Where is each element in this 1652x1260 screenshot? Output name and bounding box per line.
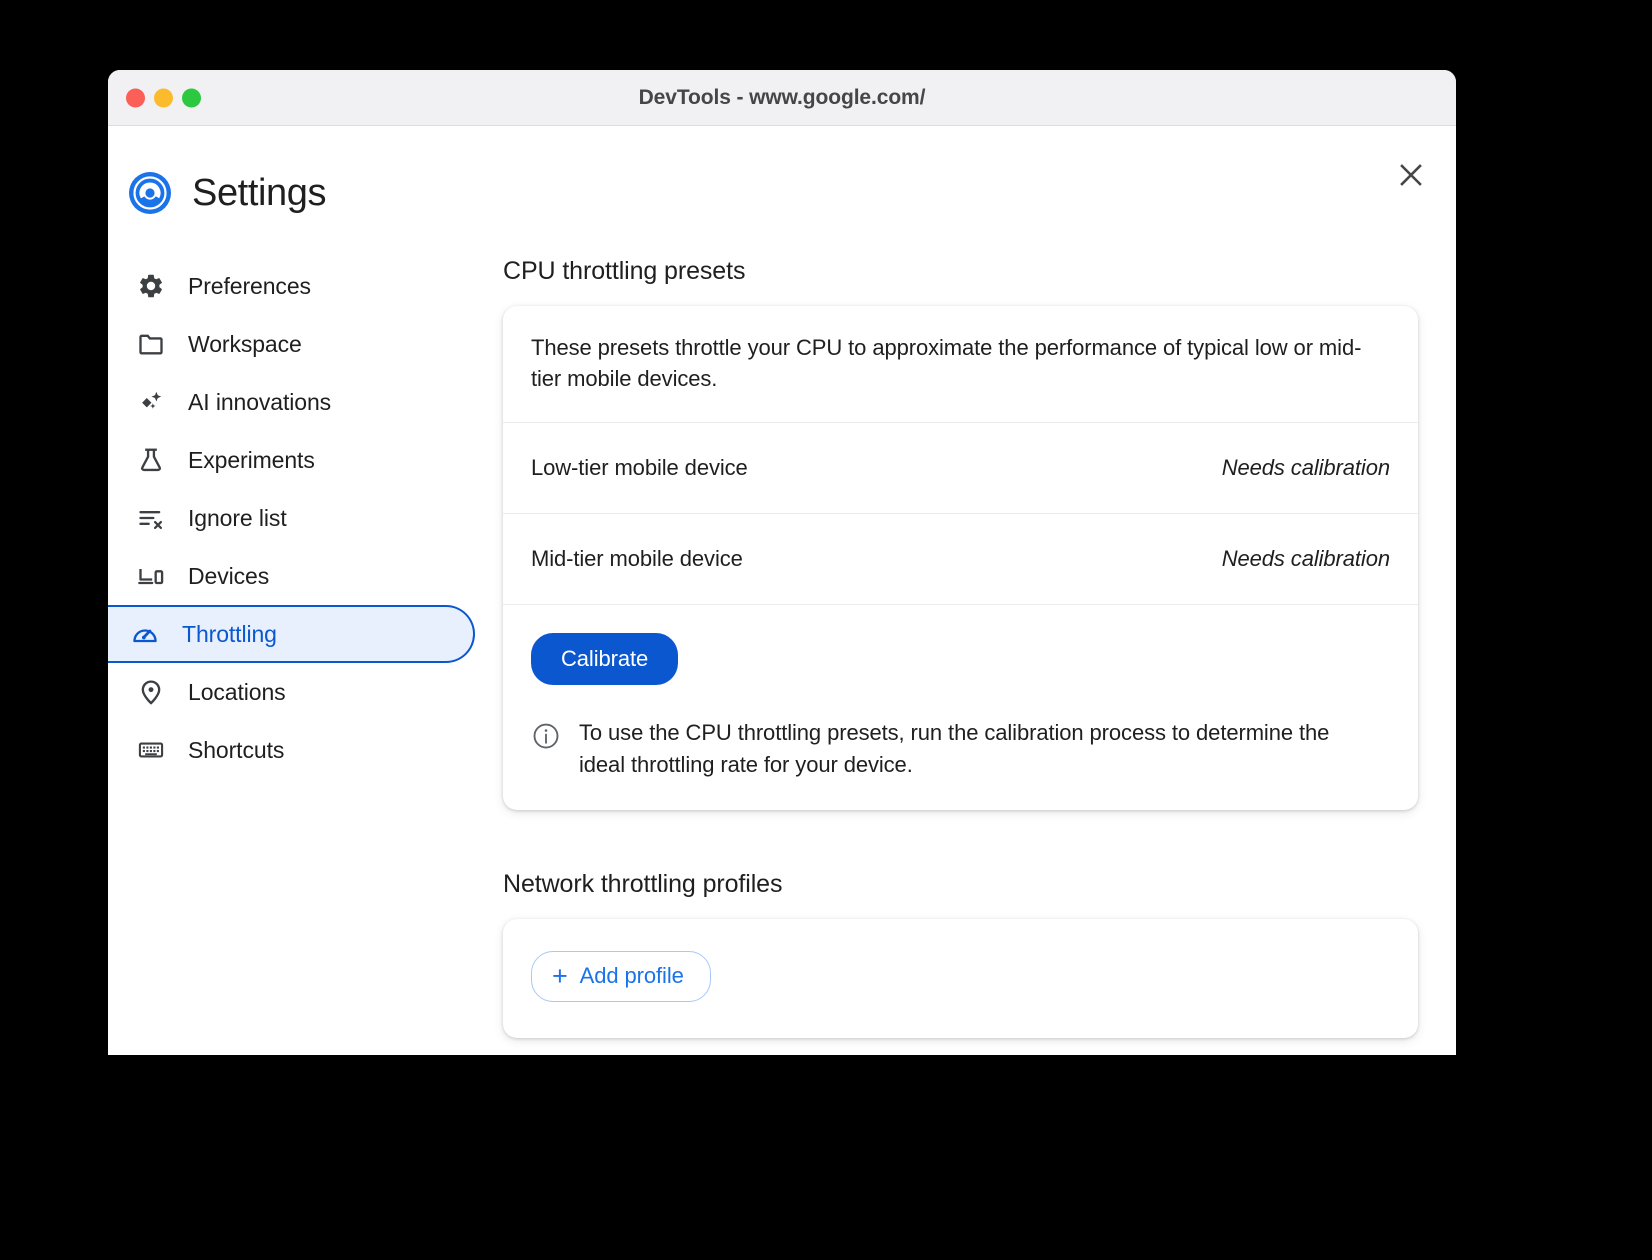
devtools-window: DevTools - www.google.com/ Settings Pref…: [108, 70, 1456, 1055]
settings-header: Settings: [108, 126, 1456, 215]
sidebar-item-workspace[interactable]: Workspace: [108, 315, 475, 373]
settings-panel: Settings Preferences Workspace AI innova…: [108, 126, 1456, 1055]
sidebar-item-shortcuts[interactable]: Shortcuts: [108, 721, 475, 779]
sidebar-item-label: Ignore list: [188, 504, 287, 531]
folder-icon: [136, 329, 166, 359]
plus-icon: +: [552, 960, 568, 991]
window-maximize-button[interactable]: [182, 88, 201, 107]
calibration-info-text: To use the CPU throttling presets, run t…: [579, 720, 1330, 777]
sidebar-item-ignore-list[interactable]: Ignore list: [108, 489, 475, 547]
keyboard-icon: [136, 735, 166, 765]
settings-sidebar: Preferences Workspace AI innovations Exp…: [108, 215, 483, 1038]
settings-main-content: CPU throttling presets These presets thr…: [483, 215, 1456, 1038]
sidebar-item-label: Locations: [188, 678, 286, 705]
add-profile-button[interactable]: + Add profile: [531, 950, 711, 1002]
flask-icon: [136, 445, 166, 475]
sidebar-item-label: Workspace: [188, 330, 302, 357]
window-minimize-button[interactable]: [154, 88, 173, 107]
sidebar-item-locations[interactable]: Locations: [108, 663, 475, 721]
sidebar-item-label: Shortcuts: [188, 736, 285, 763]
close-icon[interactable]: [1393, 157, 1429, 193]
sidebar-item-experiments[interactable]: Experiments: [108, 431, 475, 489]
table-row[interactable]: Mid-tier mobile device Needs calibration: [503, 514, 1418, 606]
status-badge: Needs calibration: [1221, 546, 1390, 572]
preset-name: Mid-tier mobile device: [531, 546, 743, 572]
sidebar-item-preferences[interactable]: Preferences: [108, 257, 475, 315]
sidebar-item-devices[interactable]: Devices: [108, 547, 475, 605]
gear-icon: [136, 271, 166, 301]
window-title: DevTools - www.google.com/: [638, 85, 926, 109]
network-section-title: Network throttling profiles: [503, 869, 783, 898]
sidebar-item-label: Devices: [188, 562, 270, 589]
sidebar-item-ai-innovations[interactable]: AI innovations: [108, 373, 475, 431]
sidebar-item-throttling[interactable]: Throttling: [108, 605, 475, 663]
cpu-presets-description: These presets throttle your CPU to appro…: [503, 306, 1418, 424]
sidebar-item-label: AI innovations: [188, 388, 332, 415]
add-profile-label: Add profile: [579, 963, 684, 989]
calibrate-button[interactable]: Calibrate: [531, 633, 679, 686]
window-close-button[interactable]: [126, 88, 145, 107]
preset-name: Low-tier mobile device: [531, 455, 748, 481]
location-pin-icon: [136, 677, 166, 707]
speedometer-icon: [130, 619, 160, 649]
window-titlebar: DevTools - www.google.com/: [108, 70, 1456, 126]
network-profiles-card: + Add profile: [503, 918, 1418, 1038]
sparkle-icon: [136, 387, 166, 417]
cpu-throttling-card: These presets throttle your CPU to appro…: [503, 306, 1418, 810]
table-row[interactable]: Low-tier mobile device Needs calibration: [503, 423, 1418, 515]
chrome-devtools-logo: [129, 172, 171, 214]
cpu-card-actions: Calibrate To use the CPU throttling pres…: [503, 605, 1418, 809]
window-traffic-lights: [126, 88, 201, 107]
page-title: Settings: [192, 171, 327, 214]
list-x-icon: [136, 503, 166, 533]
sidebar-item-label: Preferences: [188, 272, 311, 299]
sidebar-item-label: Throttling: [182, 620, 277, 647]
cpu-section-title: CPU throttling presets: [503, 257, 746, 285]
devices-icon: [136, 561, 166, 591]
calibration-info: To use the CPU throttling presets, run t…: [531, 717, 1390, 779]
sidebar-item-label: Experiments: [188, 446, 315, 473]
info-circle-icon: [531, 721, 561, 756]
status-badge: Needs calibration: [1221, 455, 1390, 481]
